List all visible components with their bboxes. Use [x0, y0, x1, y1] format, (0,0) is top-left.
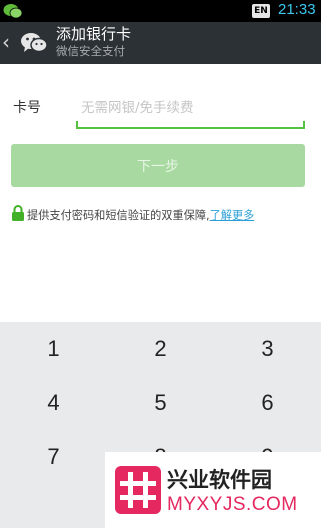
key-3[interactable]: 3: [214, 322, 321, 376]
input-underline: [76, 127, 305, 129]
key-6[interactable]: 6: [214, 376, 321, 430]
watermark-logo-icon: [115, 466, 161, 514]
title-bar: ‹ 添加银行卡 微信安全支付: [0, 22, 321, 64]
learn-more-link[interactable]: 了解更多: [210, 209, 255, 222]
key-1[interactable]: 1: [0, 322, 107, 376]
status-clock: 21:33: [278, 1, 316, 18]
notice-text: 提供支付密码和短信验证的双重保障,: [27, 209, 210, 222]
status-bar: EN 21:33: [0, 0, 321, 22]
key-2[interactable]: 2: [107, 322, 214, 376]
wechat-logo-icon[interactable]: [20, 31, 48, 55]
page-title: 添加银行卡: [56, 25, 132, 43]
notice-text-wrap: 提供支付密码和短信验证的双重保障,了解更多: [27, 207, 254, 223]
key-7[interactable]: 7: [0, 430, 107, 484]
key-5[interactable]: 5: [107, 376, 214, 430]
input-underline-right-tick: [303, 121, 305, 129]
lock-icon: [12, 205, 24, 221]
input-underline-left-tick: [76, 121, 78, 129]
input-method-badge: EN: [252, 4, 270, 18]
next-button[interactable]: 下一步: [11, 144, 305, 187]
key-4[interactable]: 4: [0, 376, 107, 430]
card-number-label: 卡号: [13, 100, 41, 116]
wechat-icon: [3, 4, 23, 19]
watermark-url: MYXYJS.COM: [167, 494, 298, 515]
back-arrow-icon[interactable]: ‹: [2, 31, 16, 55]
watermark-name: 兴业软件园: [167, 468, 272, 492]
card-number-input[interactable]: [77, 88, 304, 128]
watermark: 兴业软件园 MYXYJS.COM: [105, 452, 321, 528]
page-subtitle: 微信安全支付: [56, 44, 125, 58]
